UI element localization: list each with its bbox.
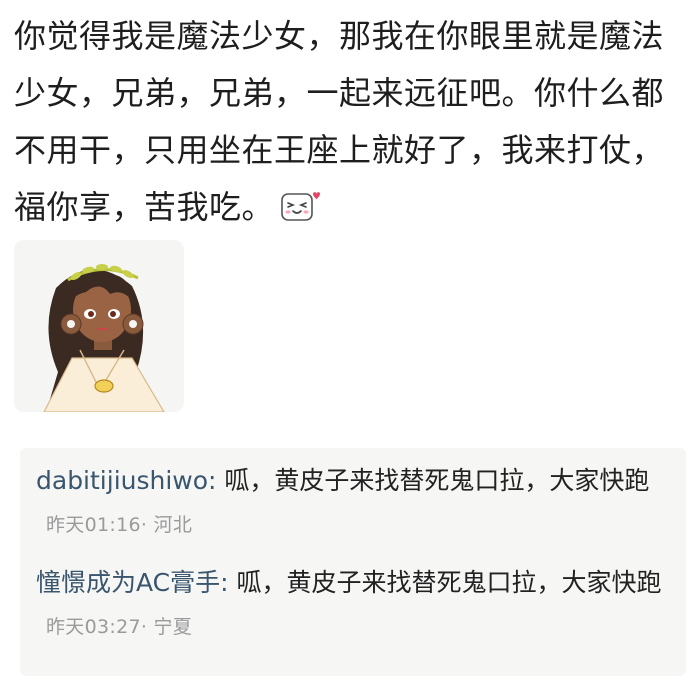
comment-meta: 昨天03:27· 宁夏 <box>46 616 192 638</box>
comment-time: 昨天03:27 <box>46 616 141 638</box>
comment-meta: 昨天01:16· 河北 <box>46 514 192 536</box>
comment-item[interactable]: 憧憬成为AC膏手: 呱，黄皮子来找替死鬼口拉，大家快跑昨天03:27· 宁夏 <box>36 562 676 648</box>
comment-author[interactable]: dabitijiushiwo: <box>36 466 216 495</box>
laurel-wreath-girl-sticker[interactable] <box>14 240 184 412</box>
comment-item[interactable]: dabitijiushiwo: 呱，黄皮子来找替死鬼口拉，大家快跑昨天01:16… <box>36 460 676 546</box>
comment-text: 呱，黄皮子来找替死鬼口拉，大家快跑 <box>228 568 662 597</box>
post-page: 你觉得我是魔法少女，那我在你眼里就是魔法少女，兄弟，兄弟，一起来远征吧。你什么都… <box>0 0 700 680</box>
post-body: 你觉得我是魔法少女，那我在你眼里就是魔法少女，兄弟，兄弟，一起来远征吧。你什么都… <box>14 8 690 236</box>
comment-section: dabitijiushiwo: 呱，黄皮子来找替死鬼口拉，大家快跑昨天01:16… <box>20 448 686 676</box>
comment-location: · 河北 <box>140 514 193 536</box>
comment-text: 呱，黄皮子来找替死鬼口拉，大家快跑 <box>216 466 650 495</box>
post-text: 你觉得我是魔法少女，那我在你眼里就是魔法少女，兄弟，兄弟，一起来远征吧。你什么都… <box>14 17 665 226</box>
comment-time: 昨天01:16 <box>46 514 141 536</box>
comment-location: · 宁夏 <box>140 616 193 638</box>
blushing-face-icon <box>280 185 321 221</box>
comment-author[interactable]: 憧憬成为AC膏手: <box>36 568 229 597</box>
